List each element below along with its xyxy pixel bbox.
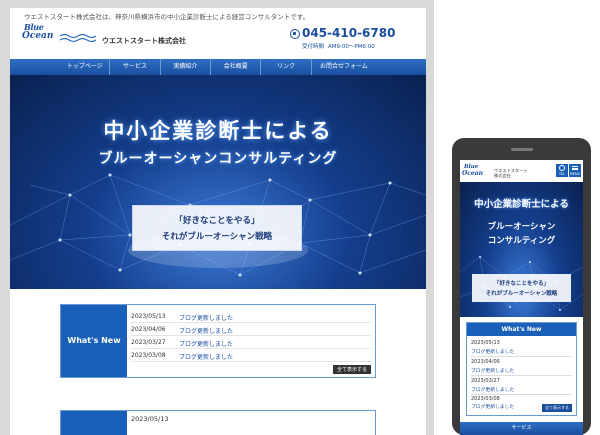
mobile-footer-nav[interactable]: サービス (460, 422, 583, 435)
news-link[interactable]: ブログ更新しました (471, 367, 514, 374)
mobile-hero-banner: 中小企業診断士による ブルーオーシャン コンサルティング 「好きなことをやる」 … (460, 182, 583, 317)
news-link[interactable]: ブログ更新しました (179, 326, 233, 335)
mobile-hero-message-line1: 「好きなことをやる」 (493, 281, 549, 287)
divider (471, 356, 572, 357)
wave-icon (60, 33, 96, 43)
business-hours: AM9:00〜PM6:00 (328, 44, 375, 50)
news-link[interactable]: ブログ更新しました (471, 348, 514, 355)
hero-subtitle: ブルーオーシャンコンサルティング (98, 151, 338, 167)
company-name: ウエストスタート株式会社 (102, 37, 186, 45)
nav-item-results[interactable]: 実績紹介 (161, 59, 212, 75)
mobile-whats-new-heading: What's New (467, 323, 576, 336)
hero-banner: 中小企業診断士による ブルーオーシャンコンサルティング 「好きなことをやる」 そ… (10, 75, 426, 289)
nav-item-company[interactable]: 会社概要 (211, 59, 262, 75)
hero-message-line1: 「好きなことをやる」 (174, 216, 260, 226)
news-date: 2023/04/06 (131, 326, 166, 333)
news-date: 2023/05/13 (131, 313, 166, 320)
header-tagline: ウエストスタート株式会社は、神奈川県横浜市の中小企業診断士による経営コンサルタン… (24, 13, 310, 21)
nav-item-top[interactable]: トップページ (60, 59, 111, 75)
divider (471, 375, 572, 376)
mobile-whats-new-section: What's New 2023/05/13 ブログ更新しました 2023/04/… (466, 322, 577, 416)
news-row[interactable]: 2023/03/08 ブログ更新しました (131, 350, 371, 362)
mobile-menu-button[interactable]: MENU (569, 164, 581, 177)
divider (471, 394, 572, 395)
mobile-page: Blue Ocean ウエストスタート 株式会社 TEL MENU 中小企業診断… (460, 160, 583, 435)
mobile-view-all-button[interactable]: 全て表示する (542, 404, 572, 412)
hero-message-box: 「好きなことをやる」 それがブルーオーシャン戦略 (132, 205, 302, 251)
whats-new-section: What's New 2023/05/13 ブログ更新しました 2023/04/… (60, 304, 376, 378)
news-link[interactable]: ブログ更新しました (179, 352, 233, 361)
news-link[interactable]: ブログ更新しました (179, 339, 233, 348)
hours-label: 受付時間 (302, 44, 325, 50)
nav-item-contact[interactable]: お問合せフォーム (312, 59, 376, 75)
news-date: 2023/03/27 (471, 378, 500, 384)
hero-title: 中小企業診断士による (103, 119, 333, 143)
mobile-company-name: ウエストスタート 株式会社 (494, 168, 528, 178)
mobile-company-line2: 株式会社 (494, 173, 511, 178)
news-date: 2023/03/27 (131, 339, 166, 346)
mobile-hero-message-line2: それがブルーオーシャン戦略 (485, 291, 558, 297)
hero-message-line2: それがブルーオーシャン戦略 (161, 232, 273, 242)
news-date: 2023/05/13 (131, 415, 169, 423)
news-section-lower: 2023/05/13 (60, 410, 376, 435)
logo-text-ocean: Ocean (22, 31, 54, 41)
mobile-hero-subtitle-line2: コンサルティング (487, 236, 556, 246)
global-nav: トップページ サービス 実績紹介 会社概要 リンク お問合せフォーム (60, 59, 376, 75)
nav-item-links[interactable]: リンク (261, 59, 312, 75)
hamburger-icon (572, 166, 578, 170)
news-date: 2023/05/13 (471, 340, 500, 346)
mobile-tel-button[interactable]: TEL (556, 164, 568, 177)
news-link[interactable]: ブログ更新しました (471, 403, 514, 410)
news-section-lower-label (61, 411, 127, 435)
news-link[interactable]: ブログ更新しました (179, 313, 233, 322)
mobile-logo-text-ocean: Ocean (462, 170, 483, 177)
nav-item-services[interactable]: サービス (110, 59, 161, 75)
phone-speaker (511, 148, 533, 151)
news-date: 2023/04/06 (471, 359, 500, 365)
mobile-hero-message-box: 「好きなことをやる」 それがブルーオーシャン戦略 (472, 274, 571, 302)
mobile-menu-label: MENU (569, 172, 581, 176)
mobile-tel-label: TEL (558, 172, 566, 176)
news-date: 2023/03/08 (471, 396, 500, 402)
mobile-hero-subtitle-line1: ブルーオーシャン (487, 222, 556, 232)
news-date: 2023/03/08 (131, 352, 166, 359)
news-row[interactable]: 2023/05/13 ブログ更新しました (131, 311, 371, 323)
network-background-image (10, 173, 426, 277)
phone-number[interactable]: 045-410-6780 (302, 26, 395, 40)
whats-new-heading: What's New (61, 305, 127, 377)
desktop-preview-frame: ウエストスタート株式会社は、神奈川県横浜市の中小企業診断士による経営コンサルタン… (0, 0, 434, 435)
mobile-preview-frame: Blue Ocean ウエストスタート 株式会社 TEL MENU 中小企業診断… (452, 138, 591, 435)
view-all-button[interactable]: 全て表示する (332, 365, 371, 374)
phone-icon (559, 165, 565, 171)
desktop-page: ウエストスタート株式会社は、神奈川県横浜市の中小企業診断士による経営コンサルタン… (10, 8, 426, 435)
mobile-hero-title: 中小企業診断士による (474, 199, 569, 210)
news-row[interactable]: 2023/03/27 ブログ更新しました (131, 337, 371, 349)
news-row[interactable]: 2023/04/06 ブログ更新しました (131, 324, 371, 336)
news-link[interactable]: ブログ更新しました (471, 386, 514, 393)
site-logo[interactable]: Blue Ocean (22, 22, 54, 46)
phone-icon (290, 29, 300, 39)
